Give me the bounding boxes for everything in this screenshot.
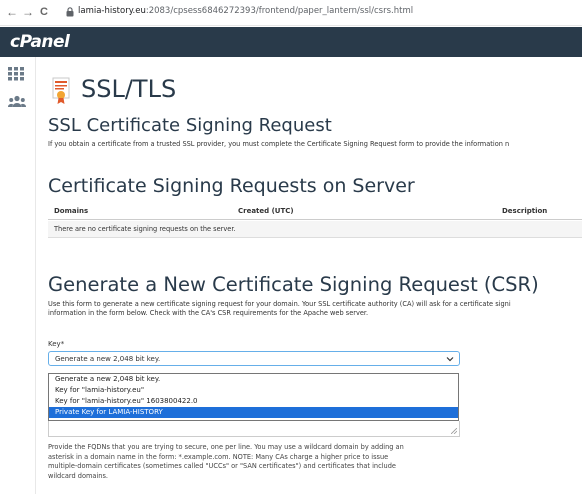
generate-heading: Generate a New Certificate Signing Reque… [48,273,539,296]
table-row: There are no certificate signing request… [48,221,582,238]
key-dropdown-list: Generate a new 2,048 bit key. Key for "l… [48,373,459,421]
back-button[interactable]: ← [6,5,18,19]
key-option[interactable]: Generate a new 2,048 bit key. [49,374,458,385]
csr-intro: If you obtain a certificate from a trust… [48,140,510,148]
forward-button[interactable]: → [22,5,34,19]
users-icon[interactable] [8,95,26,109]
cpanel-header: cPanel [0,27,582,57]
lock-icon[interactable] [66,7,74,17]
column-created[interactable]: Created (UTC) [238,207,294,215]
cpanel-logo[interactable]: cPanel [10,32,70,52]
key-option-highlighted[interactable]: Private Key for LAMIA-HISTORY [49,407,458,418]
url-path: :2083/cpsess6846272393/frontend/paper_la… [145,6,414,16]
page-title: SSL/TLS [81,75,177,103]
empty-message: There are no certificate signing request… [54,225,236,233]
resize-handle-icon[interactable] [451,428,457,434]
domains-help-text: Provide the FQDNs that you are trying to… [48,443,404,481]
main-content: SSL/TLS SSL Certificate Signing Request … [36,57,582,494]
csr-heading: SSL Certificate Signing Request [48,115,332,136]
url-host: lamia-history.eu [78,6,146,16]
chevron-down-icon [446,357,454,362]
domains-textarea[interactable] [48,421,460,437]
help-line: wildcard domains. [48,471,109,480]
server-csrs-heading: Certificate Signing Requests on Server [48,175,415,197]
generate-intro-line2: information in the form below. Check wit… [48,309,369,317]
key-select-value: Generate a new 2,048 bit key. [55,355,161,363]
key-select[interactable]: Generate a new 2,048 bit key. [48,351,460,366]
csr-table-header: Domains Created (UTC) Description [48,203,582,220]
certificate-icon [52,77,70,104]
help-line: multiple-domain certificates (sometimes … [48,462,396,470]
browser-toolbar: ← → C lamia-history.eu:2083/cpsess684627… [0,0,582,26]
column-domains[interactable]: Domains [54,207,88,215]
help-line: asterisk in a domain name in the form: *… [48,452,389,461]
key-option[interactable]: Key for "lamia-history.eu" [49,385,458,396]
address-bar[interactable]: lamia-history.eu:2083/cpsess6846272393/f… [78,6,413,16]
key-label: Key* [48,340,65,348]
sidebar [0,57,36,494]
column-description[interactable]: Description [502,207,547,215]
reload-button[interactable]: C [40,5,48,19]
key-option[interactable]: Key for "lamia-history.eu" 1603800422.0 [49,396,458,407]
grid-icon[interactable] [8,67,24,81]
help-line: Provide the FQDNs that you are trying to… [48,443,404,451]
